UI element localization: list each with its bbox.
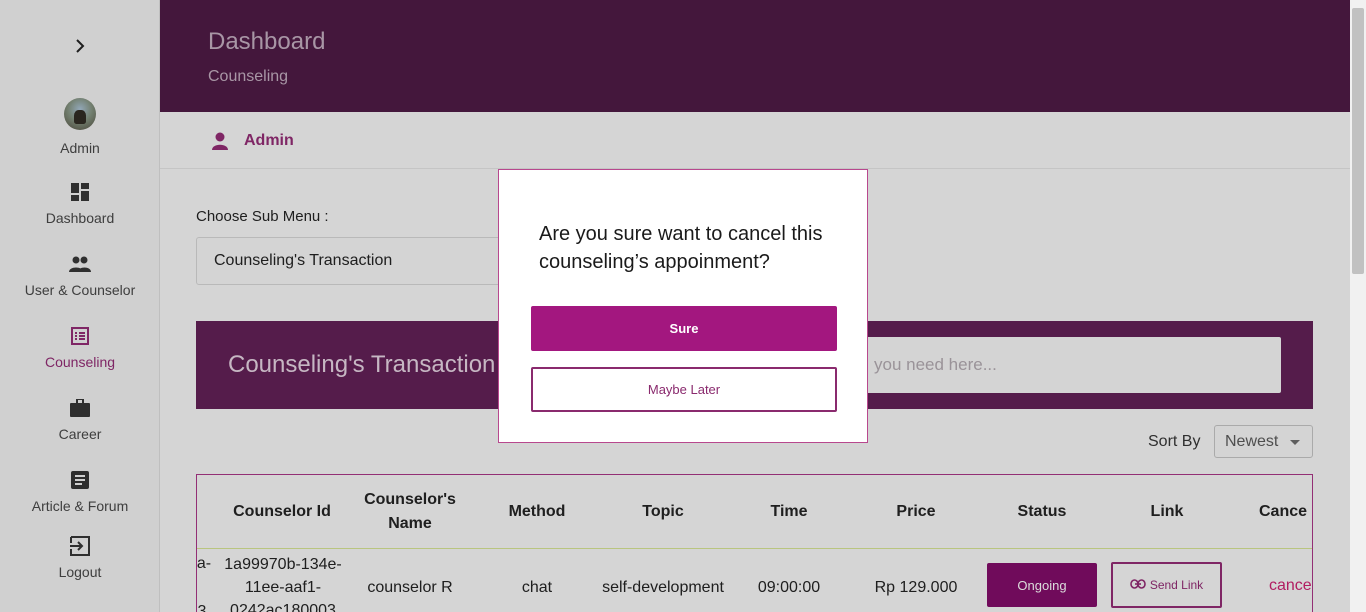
cancel-confirm-dialog: Are you sure want to cancel this counsel… xyxy=(498,169,868,443)
scrollbar-thumb[interactable] xyxy=(1352,8,1364,274)
maybe-later-button[interactable]: Maybe Later xyxy=(531,367,837,412)
sure-button[interactable]: Sure xyxy=(531,306,837,351)
dialog-message: Are you sure want to cancel this counsel… xyxy=(539,223,823,273)
